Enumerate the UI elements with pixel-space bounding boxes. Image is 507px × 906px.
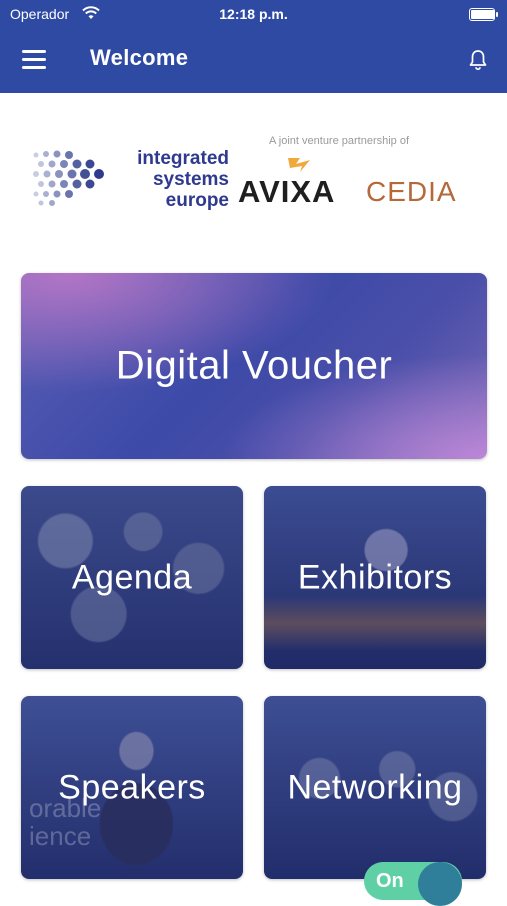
page-title: Welcome <box>90 45 189 70</box>
speakers-card[interactable]: orable ience Speakers <box>21 696 243 879</box>
networking-card[interactable]: Networking <box>264 696 486 879</box>
exhibitors-card[interactable]: Exhibitors <box>264 486 486 669</box>
status-time: 12:18 p.m. <box>219 6 288 22</box>
status-bar: Operador 12:18 p.m. <box>0 0 507 28</box>
avixa-logo-mark <box>288 158 310 172</box>
ise-line-3: europe <box>165 190 229 211</box>
exhibitors-label: Exhibitors <box>297 558 453 596</box>
digital-voucher-label: Digital Voucher <box>115 343 393 388</box>
speakers-bg-line-2: ience <box>29 821 92 851</box>
cedia-logo: CEDIA <box>366 176 457 207</box>
networking-label: Networking <box>287 768 463 806</box>
agenda-card[interactable]: Agenda <box>21 486 243 669</box>
ise-line-1: integrated <box>137 148 229 169</box>
ise-logo-mark <box>33 150 104 206</box>
partnership-text: A joint venture partnership of <box>269 135 410 147</box>
bell-icon[interactable] <box>466 48 490 72</box>
digital-voucher-card[interactable]: Digital Voucher <box>21 273 487 459</box>
avixa-logo: AVIXA <box>238 174 336 209</box>
on-toggle[interactable]: On <box>364 862 462 906</box>
agenda-label: Agenda <box>71 558 193 596</box>
ise-logo-text: integrated systems europe <box>121 148 229 211</box>
battery-icon <box>469 8 498 21</box>
app-header: Operador 12:18 p.m. Welcome <box>0 0 507 93</box>
ise-line-2: systems <box>152 169 229 190</box>
speakers-label: Speakers <box>58 768 206 806</box>
menu-button[interactable] <box>22 50 48 70</box>
toggle-knob[interactable] <box>418 862 462 906</box>
sponsor-logos: integrated systems europe A joint ventur… <box>0 120 507 230</box>
battery-level <box>471 10 495 19</box>
toggle-label: On <box>376 870 404 892</box>
